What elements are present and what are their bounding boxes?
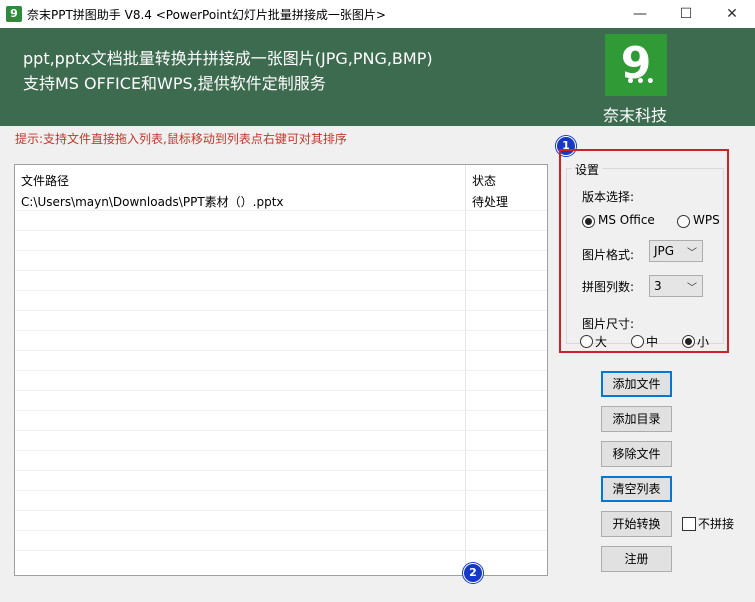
row-divider — [15, 470, 547, 471]
version-option-wps[interactable]: WPS — [677, 213, 723, 229]
row-divider — [15, 390, 547, 391]
size-option-large[interactable]: 大 — [580, 333, 612, 349]
size-label: 图片尺寸: — [582, 317, 635, 331]
header-line-2: 支持MS OFFICE和WPS,提供软件定制服务 — [23, 74, 326, 93]
title-bar: 9 奈末PPT拼图助手 V8.4 <PowerPoint幻灯片批量拼接成一张图片… — [0, 0, 755, 28]
row-divider — [15, 510, 547, 511]
logo-dots: ••• — [626, 74, 656, 90]
chevron-down-icon: ﹀ — [687, 283, 697, 294]
header-banner: ppt,pptx文档批量转换并拼接成一张图片(JPG,PNG,BMP) 支持MS… — [0, 28, 755, 126]
column-header-status[interactable]: 状态 — [472, 172, 496, 189]
row-divider — [15, 550, 547, 551]
radio-icon[interactable] — [677, 215, 690, 228]
option-label: 大 — [595, 335, 608, 349]
option-label: 小 — [697, 335, 710, 349]
option-label: 中 — [646, 335, 659, 349]
table-row[interactable]: C:\Users\mayn\Downloads\PPT素材（）.pptx 待处理 — [15, 190, 547, 210]
row-divider — [15, 530, 547, 531]
settings-title: 设置 — [572, 161, 603, 178]
row-divider — [15, 230, 547, 231]
clear-list-button[interactable]: 清空列表 — [601, 476, 672, 502]
row-status: 待处理 — [472, 195, 509, 209]
no-stitch-checkbox[interactable] — [682, 517, 696, 531]
radio-icon[interactable] — [580, 335, 593, 348]
format-value: JPG — [654, 244, 675, 258]
columns-value: 3 — [654, 279, 662, 293]
format-select[interactable]: JPG ﹀ — [649, 240, 703, 262]
add-file-button[interactable]: 添加文件 — [601, 371, 672, 397]
option-label: MS Office — [598, 213, 655, 227]
chevron-down-icon: ﹀ — [687, 248, 697, 259]
radio-icon[interactable] — [682, 335, 695, 348]
brand-name: 奈末科技 — [603, 106, 668, 125]
row-divider — [15, 250, 547, 251]
columns-select[interactable]: 3 ﹀ — [649, 275, 703, 297]
row-divider — [15, 350, 547, 351]
start-convert-button[interactable]: 开始转换 — [601, 511, 672, 537]
row-file-path: C:\Users\mayn\Downloads\PPT素材（）.pptx — [21, 195, 284, 209]
remove-file-button[interactable]: 移除文件 — [601, 441, 672, 467]
window-title: 奈末PPT拼图助手 V8.4 <PowerPoint幻灯片批量拼接成一张图片> — [27, 8, 386, 22]
radio-icon[interactable] — [631, 335, 644, 348]
add-directory-button[interactable]: 添加目录 — [601, 406, 672, 432]
hint-text: 提示:支持文件直接拖入列表,鼠标移动到列表点右键可对其排序 — [15, 132, 347, 146]
row-divider — [15, 310, 547, 311]
row-divider — [15, 330, 547, 331]
column-header-path[interactable]: 文件路径 — [21, 172, 69, 189]
file-list[interactable]: 文件路径 状态 C:\Users\mayn\Downloads\PPT素材（）.… — [14, 164, 548, 576]
size-option-small[interactable]: 小 — [682, 333, 714, 349]
option-label: WPS — [693, 213, 720, 227]
row-divider — [15, 450, 547, 451]
app-icon: 9 — [6, 6, 22, 22]
close-button[interactable]: ✕ — [709, 0, 755, 28]
row-divider — [15, 270, 547, 271]
row-divider — [15, 370, 547, 371]
radio-icon[interactable] — [582, 215, 595, 228]
row-divider — [15, 410, 547, 411]
version-option-msoffice[interactable]: MS Office — [582, 213, 655, 229]
register-button[interactable]: 注册 — [601, 546, 672, 572]
columns-label: 拼图列数: — [582, 280, 635, 294]
row-divider — [15, 430, 547, 431]
row-divider — [15, 210, 547, 211]
minimize-button[interactable]: — — [617, 0, 663, 28]
format-label: 图片格式: — [582, 248, 635, 262]
version-label: 版本选择: — [582, 190, 635, 204]
header-line-1: ppt,pptx文档批量转换并拼接成一张图片(JPG,PNG,BMP) — [23, 49, 433, 68]
row-divider — [15, 290, 547, 291]
size-option-medium[interactable]: 中 — [631, 333, 663, 349]
no-stitch-label[interactable]: 不拼接 — [698, 515, 734, 532]
maximize-button[interactable]: ☐ — [663, 0, 709, 28]
annotation-marker-2: 2 — [463, 563, 483, 583]
row-divider — [15, 490, 547, 491]
